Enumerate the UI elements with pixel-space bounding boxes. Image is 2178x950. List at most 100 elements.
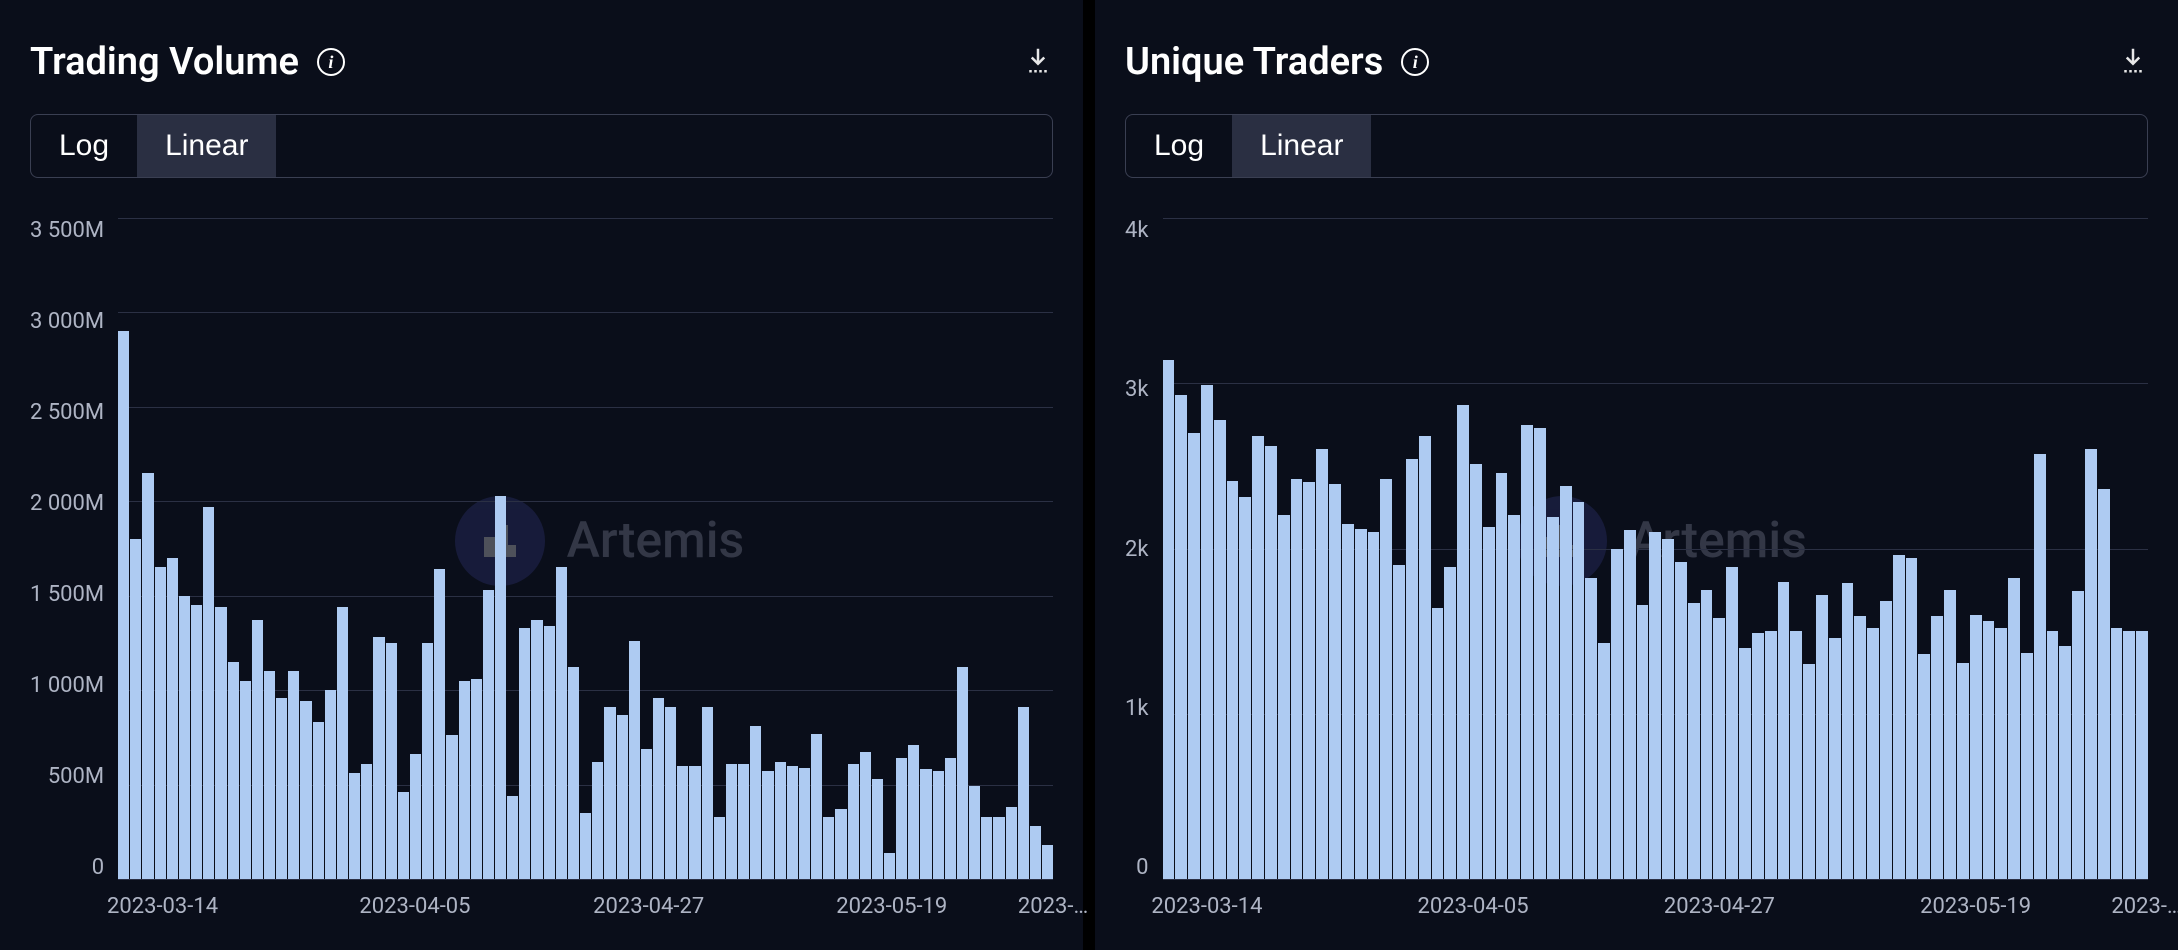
bar bbox=[300, 701, 311, 879]
bar bbox=[762, 771, 773, 879]
bar bbox=[933, 771, 944, 879]
bar bbox=[1329, 484, 1341, 879]
bar bbox=[1803, 664, 1815, 879]
chart-area: 3 500M3 000M2 500M2 000M1 500M1 000M500M… bbox=[30, 218, 1053, 930]
bar bbox=[1893, 555, 1905, 879]
bar bbox=[507, 796, 518, 879]
x-tick-label: 2023-04-27 bbox=[593, 894, 704, 919]
bar bbox=[1662, 539, 1674, 879]
bar bbox=[2059, 646, 2071, 879]
bar bbox=[981, 817, 992, 879]
bar bbox=[1995, 628, 2007, 879]
bar bbox=[592, 762, 603, 879]
bar bbox=[1355, 529, 1367, 879]
bar bbox=[483, 590, 494, 879]
scale-linear-button[interactable]: Linear bbox=[1232, 115, 1371, 177]
y-tick-label: 0 bbox=[92, 855, 104, 880]
bar bbox=[1291, 479, 1303, 879]
scale-log-button[interactable]: Log bbox=[31, 115, 137, 177]
bar bbox=[775, 762, 786, 879]
bar bbox=[884, 853, 895, 879]
scale-toggle: Log Linear bbox=[30, 114, 1053, 178]
bar bbox=[860, 752, 871, 879]
bar bbox=[240, 681, 251, 879]
bar bbox=[1752, 633, 1764, 879]
bar bbox=[1214, 420, 1226, 879]
bar bbox=[1739, 648, 1751, 879]
info-icon[interactable]: i bbox=[317, 48, 345, 76]
download-icon[interactable] bbox=[1023, 45, 1053, 79]
bar bbox=[2098, 489, 2110, 879]
bar bbox=[993, 817, 1004, 879]
bar bbox=[1380, 479, 1392, 879]
bar bbox=[1444, 567, 1456, 879]
bar bbox=[1816, 595, 1828, 879]
bar bbox=[130, 539, 141, 879]
download-icon[interactable] bbox=[2118, 45, 2148, 79]
panel-header: Trading Volume i bbox=[30, 40, 1053, 84]
bar bbox=[1842, 583, 1854, 879]
bar bbox=[422, 643, 433, 879]
bar bbox=[920, 769, 931, 879]
panel-title-group: Trading Volume i bbox=[30, 40, 345, 84]
bar bbox=[957, 667, 968, 879]
bar bbox=[2072, 591, 2084, 879]
info-icon[interactable]: i bbox=[1401, 48, 1429, 76]
bar bbox=[1765, 631, 1777, 879]
bar bbox=[1252, 436, 1264, 879]
x-axis: 2023-03-142023-04-052023-04-272023-05-19… bbox=[1163, 880, 2148, 930]
bar bbox=[1918, 654, 1930, 879]
bar bbox=[1419, 436, 1431, 879]
bar bbox=[1790, 631, 1802, 879]
bar bbox=[1496, 473, 1508, 880]
y-tick-label: 2k bbox=[1125, 537, 1149, 562]
bar bbox=[604, 707, 615, 879]
bar bbox=[1906, 558, 1918, 879]
bar bbox=[811, 734, 822, 879]
bar bbox=[1006, 807, 1017, 879]
bar bbox=[459, 681, 470, 879]
y-tick-label: 2 000M bbox=[30, 491, 104, 516]
bar bbox=[1688, 603, 1700, 879]
bar bbox=[1983, 621, 1995, 879]
x-tick-label: 2023-04-05 bbox=[1417, 894, 1528, 919]
bar bbox=[276, 698, 287, 879]
bars-container bbox=[1163, 218, 2148, 879]
y-tick-label: 3k bbox=[1125, 377, 1149, 402]
scale-linear-button[interactable]: Linear bbox=[137, 115, 276, 177]
bar bbox=[495, 496, 506, 879]
bar bbox=[1573, 502, 1585, 879]
bar bbox=[835, 809, 846, 879]
bar bbox=[969, 786, 980, 879]
bar bbox=[1944, 590, 1956, 879]
scale-log-button[interactable]: Log bbox=[1126, 115, 1232, 177]
bar bbox=[677, 766, 688, 879]
x-tick-label: 2023-04-27 bbox=[1664, 894, 1775, 919]
trading-volume-panel: Trading Volume i Log Linear 3 500M3 000M… bbox=[0, 0, 1083, 950]
bar bbox=[1957, 663, 1969, 879]
bar bbox=[1227, 481, 1239, 879]
bar bbox=[556, 567, 567, 879]
bar bbox=[945, 758, 956, 879]
bar bbox=[179, 596, 190, 879]
bar bbox=[203, 507, 214, 879]
bar bbox=[1701, 590, 1713, 879]
panel-title-group: Unique Traders i bbox=[1125, 40, 1429, 84]
bar bbox=[726, 764, 737, 879]
plot-area: Artemis 2023-03-142023-04-052023-04-2720… bbox=[1163, 218, 2148, 930]
y-tick-label: 3 500M bbox=[30, 218, 104, 243]
bar bbox=[519, 628, 530, 879]
bar bbox=[1018, 707, 1029, 879]
bar bbox=[1201, 385, 1213, 879]
bar bbox=[1470, 464, 1482, 879]
bar bbox=[1265, 446, 1277, 879]
bar bbox=[264, 671, 275, 879]
bar bbox=[1163, 360, 1175, 879]
y-axis: 3 500M3 000M2 500M2 000M1 500M1 000M500M… bbox=[30, 218, 118, 930]
bar bbox=[750, 726, 761, 879]
bar bbox=[1342, 524, 1354, 879]
bar bbox=[1970, 615, 1982, 879]
x-tick-label: 2023-… bbox=[1018, 894, 1088, 919]
x-tick-label: 2023-03-14 bbox=[1151, 894, 1262, 919]
bar bbox=[1278, 515, 1290, 879]
